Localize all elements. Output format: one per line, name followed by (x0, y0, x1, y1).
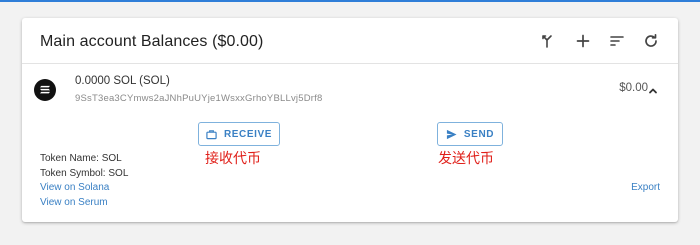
view-on-serum-link[interactable]: View on Serum (40, 197, 108, 208)
account-row[interactable]: 0.0000 SOL (SOL) 9SsT3ea3CYmws2aJNhPuUYj… (22, 65, 678, 115)
page-title: Main account Balances ($0.00) (40, 33, 264, 50)
solana-logo-icon (34, 79, 56, 101)
briefcase-icon (206, 129, 217, 139)
account-address: 9SsT3ea3CYmws2aJNhPuUYje1WsxxGrhoYBLLvj5… (75, 93, 323, 104)
token-symbol: Token Symbol: SOL (40, 168, 129, 179)
account-value: $0.00 (619, 82, 648, 94)
send-icon (446, 129, 457, 139)
top-accent-bar (0, 0, 700, 2)
token-name: Token Name: SOL (40, 153, 122, 164)
card-header: Main account Balances ($0.00) (22, 18, 678, 64)
receive-button[interactable]: RECEIVE (198, 122, 280, 146)
export-link[interactable]: Export (631, 182, 660, 193)
send-button-label: SEND (463, 128, 495, 140)
sort-icon[interactable] (607, 31, 627, 51)
plus-icon[interactable] (573, 31, 593, 51)
send-button[interactable]: SEND (437, 122, 503, 146)
send-annotation: 发送代币 (438, 151, 494, 167)
receive-button-label: RECEIVE (223, 128, 273, 140)
account-name: 0.0000 SOL (SOL) (75, 75, 170, 87)
chevron-up-icon[interactable] (648, 83, 658, 94)
balances-card: Main account Balances ($0.00) 0.0000 SOL… (22, 18, 678, 222)
refresh-icon[interactable] (641, 31, 661, 51)
view-on-solana-link[interactable]: View on Solana (40, 182, 109, 193)
merge-icon[interactable] (537, 31, 557, 51)
receive-annotation: 接收代币 (205, 151, 261, 167)
